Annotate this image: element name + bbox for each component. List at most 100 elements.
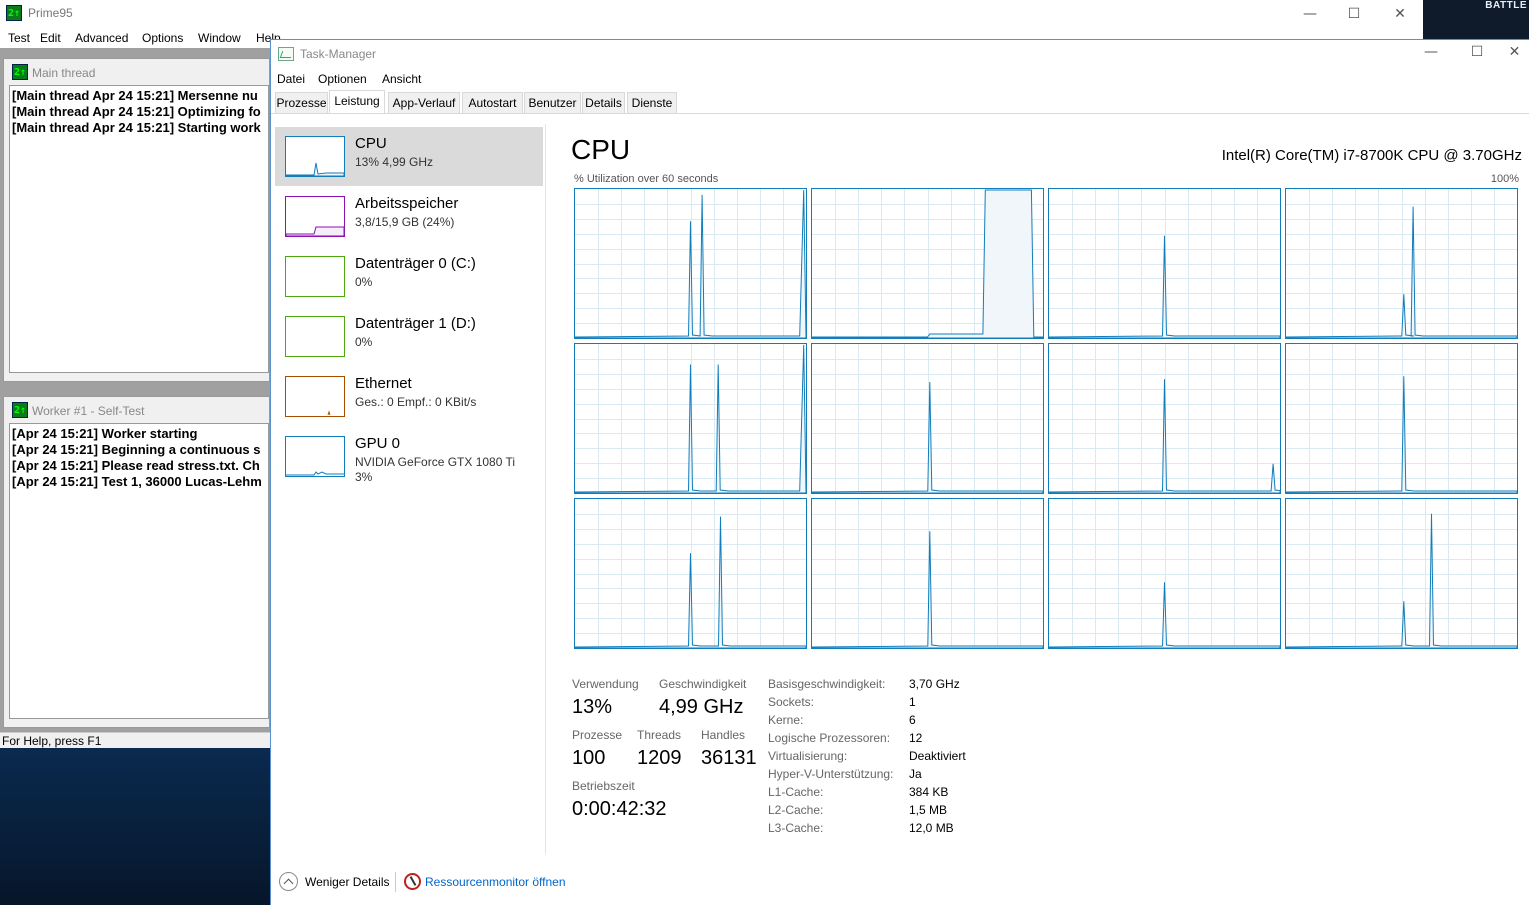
sidebar-item-label: GPU 0 bbox=[355, 435, 401, 452]
spec-value: Deaktiviert bbox=[909, 749, 966, 763]
menu-ansicht[interactable]: Ansicht bbox=[382, 72, 421, 86]
spec-key: L3-Cache: bbox=[768, 821, 824, 835]
cpu-core-usage-line bbox=[575, 516, 806, 648]
background-app-window[interactable]: BATTLE bbox=[1423, 0, 1529, 38]
sidebar-item-label: Ethernet bbox=[355, 375, 412, 392]
taskmanager-titlebar[interactable]: Task-Manager — ☐ ✕ bbox=[271, 40, 1529, 69]
log-line: [Main thread Apr 24 15:21] Optimizing fo bbox=[12, 104, 261, 119]
threads-label: Threads bbox=[637, 728, 682, 742]
cpu-core-graph bbox=[1285, 343, 1518, 494]
threads-value: 1209 bbox=[637, 747, 682, 769]
menu-datei[interactable]: Datei bbox=[277, 72, 305, 86]
resource-monitor-link[interactable]: Ressourcenmonitor öffnen bbox=[425, 875, 566, 889]
taskmanager-app-icon bbox=[278, 47, 294, 61]
sidebar-item-disk-d[interactable]: Datenträger 1 (D:) 0% bbox=[275, 307, 543, 366]
sidebar-item-label: Arbeitsspeicher bbox=[355, 195, 459, 212]
spec-key: Basisgeschwindigkeit: bbox=[768, 677, 886, 691]
tab-divider bbox=[271, 113, 1529, 114]
menu-optionen[interactable]: Optionen bbox=[318, 72, 367, 86]
sidebar-item-ethernet[interactable]: Ethernet Ges.: 0 Empf.: 0 KBit/s bbox=[275, 367, 543, 426]
prime95-app-icon: 2↑ bbox=[6, 5, 22, 21]
disk-c-thumbnail-graph bbox=[285, 256, 345, 297]
menu-edit[interactable]: Edit bbox=[40, 31, 61, 45]
sidebar-item-value: NVIDIA GeForce GTX 1080 Ti 3% bbox=[355, 455, 515, 485]
spec-key: Kerne: bbox=[768, 713, 804, 727]
sidebar-item-label: Datenträger 1 (D:) bbox=[355, 315, 476, 332]
tab-details[interactable]: Details bbox=[582, 92, 625, 114]
sidebar-item-value: Ges.: 0 Empf.: 0 KBit/s bbox=[355, 395, 477, 409]
cpu-model: Intel(R) Core(TM) i7-8700K CPU @ 3.70GHz bbox=[1221, 147, 1522, 164]
cpu-core-graph bbox=[574, 188, 807, 339]
cpu-core-graph bbox=[574, 498, 807, 649]
tab-benutzer[interactable]: Benutzer bbox=[524, 92, 581, 114]
cpu-core-usage-line bbox=[1049, 235, 1280, 338]
maximize-icon[interactable]: ☐ bbox=[1454, 40, 1500, 64]
sidebar-item-cpu[interactable]: CPU 13% 4,99 GHz bbox=[275, 127, 543, 186]
spec-key: Sockets: bbox=[768, 695, 815, 709]
sidebar-item-label: CPU bbox=[355, 135, 387, 152]
main-thread-titlebar[interactable]: 2↑ Main thread bbox=[4, 59, 269, 85]
menu-options[interactable]: Options bbox=[142, 31, 183, 45]
maximize-icon[interactable]: ☐ bbox=[1331, 2, 1377, 26]
tab-dienste[interactable]: Dienste bbox=[627, 92, 677, 114]
menu-advanced[interactable]: Advanced bbox=[75, 31, 128, 45]
cpu-core-graph bbox=[811, 343, 1044, 494]
spec-value: 6 bbox=[909, 713, 916, 727]
chevron-up-icon[interactable] bbox=[279, 872, 298, 891]
menu-test[interactable]: Test bbox=[8, 31, 30, 45]
cpu-core-graph bbox=[1285, 498, 1518, 649]
sidebar-item-value: 0% bbox=[355, 335, 373, 349]
cpu-core-graph bbox=[811, 188, 1044, 339]
spec-value: 3,70 GHz bbox=[909, 677, 960, 691]
prime95-app-icon: 2↑ bbox=[12, 64, 28, 80]
fewer-details-link[interactable]: Weniger Details bbox=[305, 875, 389, 889]
sidebar-item-value: 0% bbox=[355, 275, 373, 289]
resource-monitor-icon[interactable] bbox=[404, 873, 421, 890]
log-line: [Apr 24 15:21] Please read stress.txt. C… bbox=[12, 458, 260, 473]
handles-value: 36131 bbox=[701, 747, 757, 769]
sidebar-item-memory[interactable]: Arbeitsspeicher 3,8/15,9 GB (24%) bbox=[275, 187, 543, 246]
cpu-core-graph bbox=[574, 343, 807, 494]
menu-window[interactable]: Window bbox=[198, 31, 241, 45]
spec-key: Logische Prozessoren: bbox=[768, 731, 891, 745]
tab-autostart[interactable]: Autostart bbox=[462, 92, 523, 114]
spec-value: 1,5 MB bbox=[909, 803, 948, 817]
prime95-statusbar: For Help, press F1 bbox=[0, 732, 270, 748]
geschwindigkeit-value: 4,99 GHz bbox=[659, 696, 744, 718]
gpu-thumbnail-graph bbox=[285, 436, 345, 477]
tab-leistung[interactable]: Leistung bbox=[329, 90, 385, 114]
gpu-usage: 3% bbox=[355, 470, 373, 484]
prime95-titlebar[interactable]: 2↑ Prime95 — ☐ ✕ bbox=[0, 0, 1423, 28]
cpu-core-usage-line bbox=[1286, 513, 1517, 648]
utilization-max-label: 100% bbox=[1490, 173, 1519, 185]
disk-d-thumbnail-graph bbox=[285, 316, 345, 357]
worker-titlebar[interactable]: 2↑ Worker #1 - Self-Test bbox=[4, 397, 269, 423]
main-thread-window[interactable]: 2↑ Main thread [Main thread Apr 24 15:21… bbox=[3, 58, 270, 382]
cpu-core-graph bbox=[1048, 498, 1281, 649]
close-icon[interactable]: ✕ bbox=[1377, 2, 1423, 26]
minimize-icon[interactable]: — bbox=[1408, 40, 1454, 64]
tab-prozesse[interactable]: Prozesse bbox=[275, 92, 328, 114]
sidebar-divider bbox=[545, 124, 546, 854]
cpu-heading: CPU bbox=[571, 134, 631, 165]
sidebar-item-gpu[interactable]: GPU 0 NVIDIA GeForce GTX 1080 Ti 3% bbox=[275, 427, 543, 486]
log-line: [Apr 24 15:21] Worker starting bbox=[12, 426, 198, 441]
spec-key: Virtualisierung: bbox=[768, 749, 848, 763]
worker-log[interactable]: [Apr 24 15:21] Worker starting [Apr 24 1… bbox=[9, 423, 269, 719]
geschwindigkeit-label: Geschwindigkeit bbox=[659, 677, 747, 691]
sidebar-item-disk-c[interactable]: Datenträger 0 (C:) 0% bbox=[275, 247, 543, 306]
spec-key: L1-Cache: bbox=[768, 785, 824, 799]
verwendung-value: 13% bbox=[572, 696, 613, 718]
cpu-core-usage-line bbox=[1049, 379, 1280, 493]
log-line: [Main thread Apr 24 15:21] Starting work bbox=[12, 120, 261, 135]
cpu-core-graph bbox=[1048, 188, 1281, 339]
close-icon[interactable]: ✕ bbox=[1499, 40, 1529, 64]
minimize-icon[interactable]: — bbox=[1287, 2, 1333, 26]
tab-app-verlauf[interactable]: App-Verlauf bbox=[388, 92, 460, 114]
main-thread-title: Main thread bbox=[32, 66, 96, 80]
main-thread-log[interactable]: [Main thread Apr 24 15:21] Mersenne nu [… bbox=[9, 85, 269, 373]
worker-window[interactable]: 2↑ Worker #1 - Self-Test [Apr 24 15:21] … bbox=[3, 396, 270, 728]
log-line: [Main thread Apr 24 15:21] Mersenne nu bbox=[12, 88, 258, 103]
prozesse-value: 100 bbox=[572, 747, 606, 769]
cpu-thumbnail-graph bbox=[285, 136, 345, 177]
